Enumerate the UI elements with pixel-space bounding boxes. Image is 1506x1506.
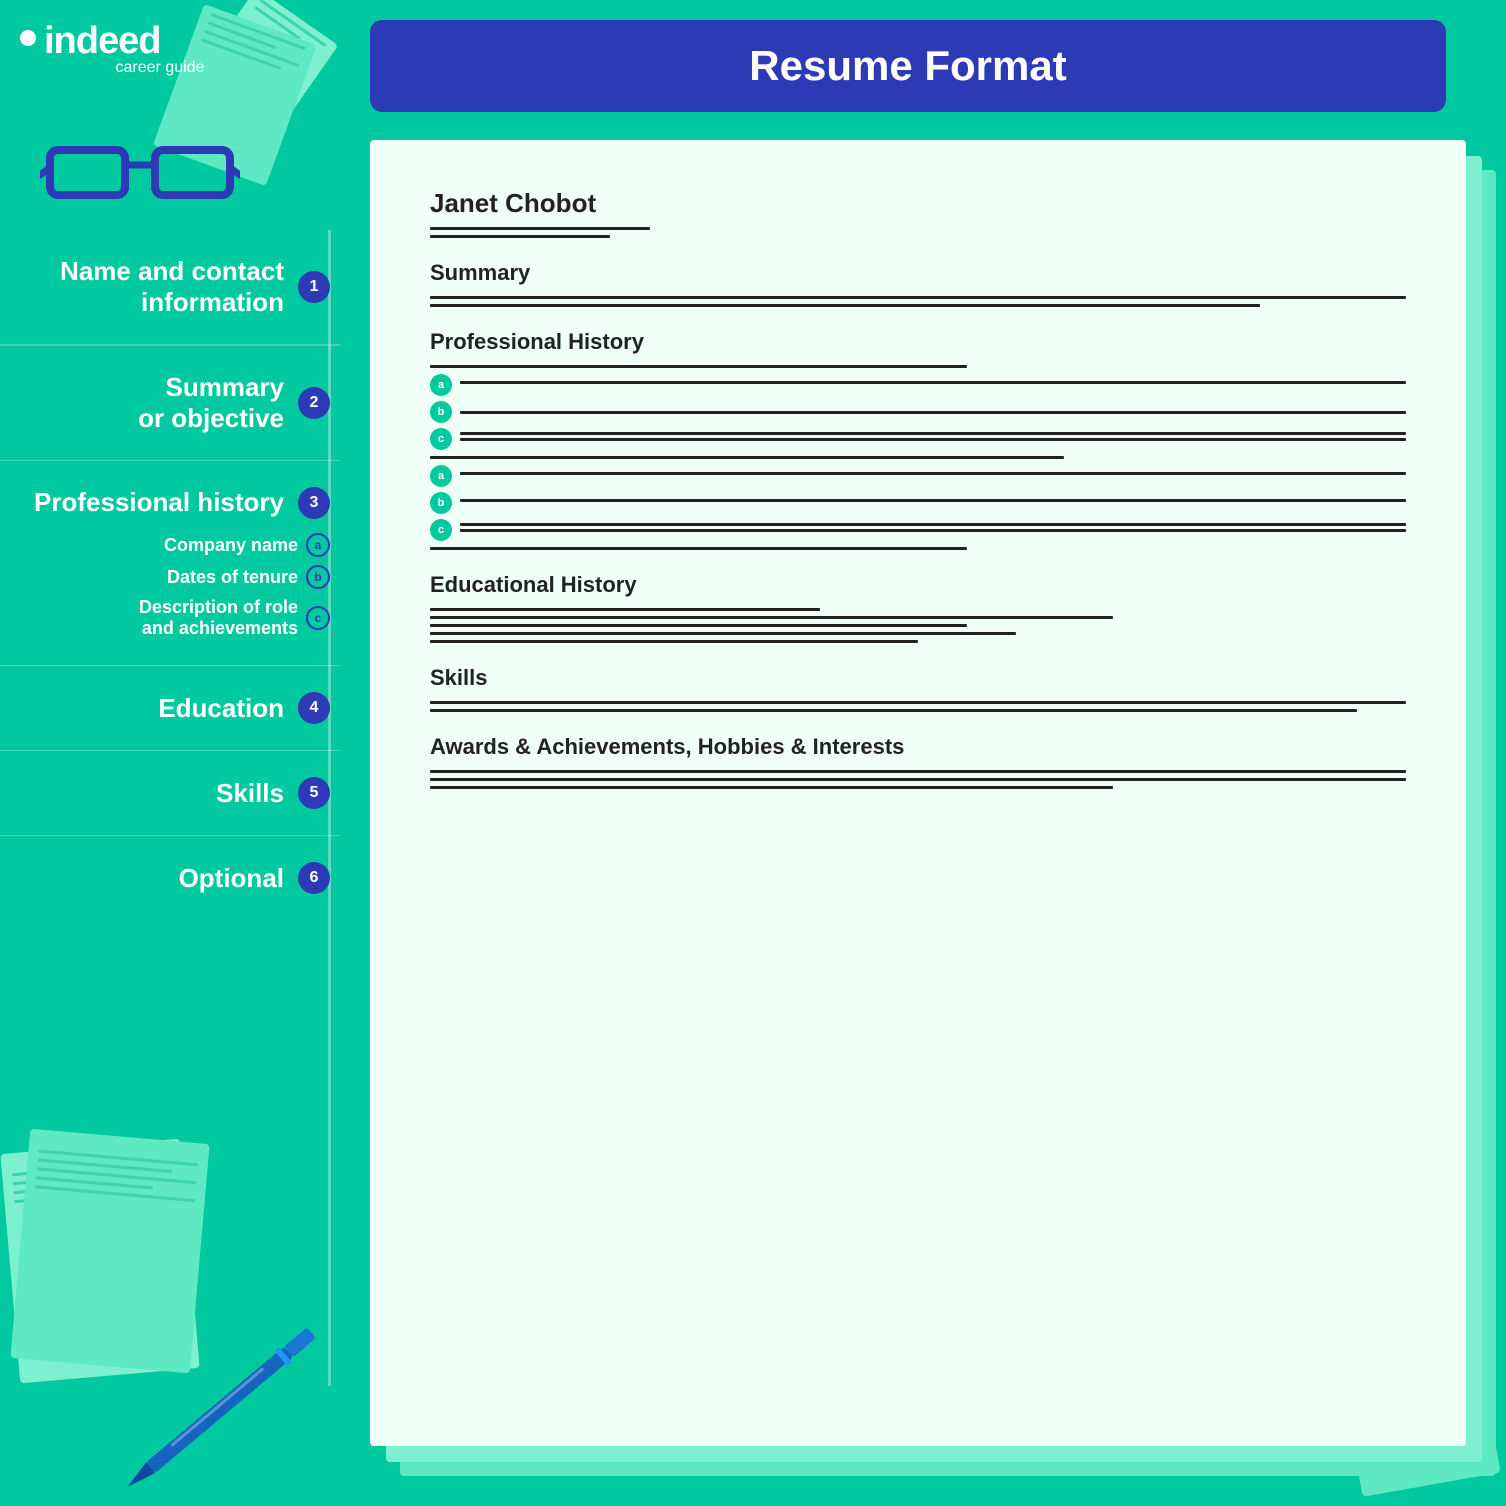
resume-bullet-a2: a [430,465,452,487]
sidebar-badge-6: 6 [298,862,330,894]
sidebar-item-2: Summary or objective 2 [0,345,340,461]
sidebar-label-4-main: Education [158,693,284,724]
logo: indeed [20,20,300,63]
resume-edu-line-5 [430,640,918,643]
sidebar-label-3-main: Professional history [34,487,284,518]
resume-section-skills: Skills [430,665,1406,691]
resume-awards-line-3 [430,786,1113,789]
resume-bullet-a1: a [430,374,452,396]
sidebar-item-5: Skills 5 [0,751,340,836]
sidebar-badge-1: 1 [298,271,330,303]
resume-prof-entry1-c: c [430,428,1406,450]
resume-edu-line-3 [430,624,967,627]
resume-bullet-b2: b [430,492,452,514]
page-title: Resume Format [410,42,1406,90]
resume-prof-gap-line [430,456,1064,459]
resume-prof-c1-line2 [460,438,1406,441]
resume-edu-line-4 [430,632,1016,635]
resume-awards-line-2 [430,778,1406,781]
logo-dot [20,30,36,46]
logo-area: indeed career guide [20,20,300,77]
sidebar-item-1: Name and contact information 1 [0,230,340,345]
resume-prof-a2-line [460,472,1406,475]
sidebar-sub-3a-label: Company name [164,535,298,556]
resume-bullet-c1: c [430,428,452,450]
sidebar: Name and contact information 1 Summary o… [0,230,340,920]
sidebar-sub-3b-badge: b [306,565,330,589]
sidebar-label-2-sub: or objective [138,403,284,434]
sidebar-label-1-sub: information [60,287,284,318]
sidebar-badge-2: 2 [298,387,330,419]
resume-name-line-2 [430,235,610,238]
sidebar-sub-3c-badge: c [306,606,330,630]
logo-brand: indeed [44,20,160,63]
resume-awards-line-1 [430,770,1406,773]
resume-prof-c2-line2 [460,529,1406,532]
resume-summary-line-1 [430,296,1406,299]
sidebar-item-6: Optional 6 [0,836,340,920]
resume-prof-header-line [430,365,967,368]
resume-section-education: Educational History [430,572,1406,598]
resume-container: Janet Chobot Summary Professional Histor… [370,140,1466,1446]
sidebar-badge-5: 5 [298,777,330,809]
resume-summary-line-2 [430,304,1260,307]
glasses-icon [40,130,240,215]
header-banner: Resume Format [370,20,1446,112]
sidebar-label-1-main: Name and contact [60,256,284,287]
resume-bullet-b1: b [430,401,452,423]
resume-edu-line-2 [430,616,1113,619]
sidebar-item-4: Education 4 [0,666,340,751]
sidebar-label-2-main: Summary [138,372,284,403]
resume-name-line-1 [430,227,650,230]
resume-prof-entry2-a: a [430,465,1406,487]
resume-prof-entry1-b: b [430,401,1406,423]
resume-prof-entry2-c: c [430,519,1406,541]
resume-prof-a1-line [460,381,1406,384]
resume-prof-b1-line [460,411,1406,414]
sidebar-badge-4: 4 [298,692,330,724]
resume-prof-end-line [430,547,967,550]
sidebar-sub-3b-label: Dates of tenure [167,567,298,588]
resume-prof-entry1-a: a [430,374,1406,396]
resume-name: Janet Chobot [430,188,1406,219]
decorative-paper-bottom-front [10,1129,209,1374]
sidebar-label-6-main: Optional [179,863,284,894]
resume-prof-entry2-b: b [430,492,1406,514]
resume-section-professional: Professional History [430,329,1406,355]
resume-prof-b2-line [460,499,1406,502]
resume-skills-line-1 [430,701,1406,704]
resume-prof-c1-line1 [460,432,1406,435]
sidebar-label-5-main: Skills [216,778,284,809]
resume-section-summary: Summary [430,260,1406,286]
sidebar-item-3: Professional history 3 Company name a Da… [0,461,340,666]
resume-edu-line-1 [430,608,820,611]
resume-skills-line-2 [430,709,1357,712]
resume-section-awards: Awards & Achievements, Hobbies & Interes… [430,734,1406,760]
sidebar-sub-3a-badge: a [306,533,330,557]
sidebar-badge-3: 3 [298,487,330,519]
resume-paper: Janet Chobot Summary Professional Histor… [370,140,1466,1446]
resume-bullet-c2: c [430,519,452,541]
sidebar-sub-3c-label: Description of roleand achievements [139,597,298,639]
resume-prof-c2-line1 [460,523,1406,526]
